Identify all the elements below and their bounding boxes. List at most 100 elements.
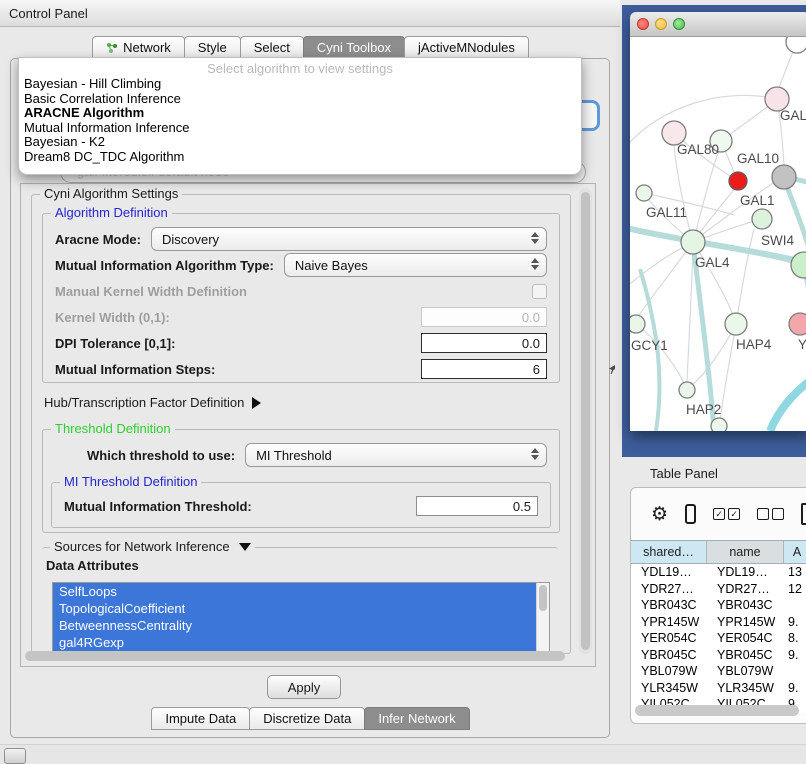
sources-group: Sources for Network Inference Data Attri… bbox=[42, 547, 558, 652]
sources-expander[interactable]: Sources for Network Inference bbox=[50, 539, 255, 554]
column-header[interactable]: shared… bbox=[631, 541, 707, 563]
group-title: Cyni Algorithm Settings bbox=[40, 186, 182, 201]
gear-icon[interactable]: ⚙ bbox=[651, 505, 668, 524]
algorithm-option[interactable]: Mutual Information Inference bbox=[19, 121, 581, 136]
manual-kernel-checkbox[interactable] bbox=[532, 284, 547, 299]
table-row[interactable]: YPR145WYPR145W9. bbox=[631, 614, 806, 631]
dpi-tolerance-field[interactable]: 0.0 bbox=[421, 333, 547, 353]
node-label: GAL80 bbox=[677, 142, 719, 157]
algorithm-option[interactable]: Bayesian - Hill Climbing bbox=[19, 77, 581, 92]
tab-infer-network[interactable]: Infer Network bbox=[364, 707, 469, 730]
attribute-item-selected[interactable]: gal4RGexp bbox=[53, 634, 549, 651]
group-title: Threshold Definition bbox=[51, 421, 175, 436]
tab-jactivemnodules[interactable]: jActiveMNodules bbox=[404, 36, 529, 59]
network-node[interactable] bbox=[711, 418, 727, 431]
aracne-mode-combobox[interactable]: Discovery bbox=[151, 227, 547, 251]
algorithm-dropdown-popup: Select algorithm to view settings Bayesi… bbox=[18, 57, 582, 175]
kernel-width-field[interactable]: 0.0 bbox=[421, 307, 547, 327]
hub-tf-expander[interactable]: Hub/Transcription Factor Definition bbox=[44, 395, 261, 410]
table-row[interactable]: YBR045CYBR045C9. bbox=[631, 647, 806, 664]
cyni-algorithm-settings-group: Cyni Algorithm Settings Algorithm Defini… bbox=[31, 194, 571, 654]
tab-label: Impute Data bbox=[165, 708, 236, 729]
tab-cyni-toolbox[interactable]: Cyni Toolbox bbox=[303, 36, 405, 59]
network-node[interactable] bbox=[789, 313, 806, 335]
table-row[interactable]: YDL19…YDL19…13 bbox=[631, 564, 806, 581]
network-node-gal10[interactable] bbox=[772, 165, 796, 189]
top-tab-bar: Network Style Select Cyni Toolbox jActiv… bbox=[0, 36, 620, 59]
mi-steps-field[interactable]: 6 bbox=[421, 359, 547, 379]
algorithm-definition-group: Algorithm Definition Aracne Mode: Discov… bbox=[42, 213, 560, 383]
dpi-tolerance-label: DPI Tolerance [0,1]: bbox=[55, 336, 175, 351]
deselect-all-checkboxes-icon[interactable] bbox=[757, 508, 784, 520]
table-horizontal-scrollbar[interactable] bbox=[635, 705, 805, 716]
tab-impute-data[interactable]: Impute Data bbox=[151, 707, 250, 730]
manual-kernel-label: Manual Kernel Width Definition bbox=[55, 284, 247, 299]
network-node-gal1-selected[interactable] bbox=[729, 172, 747, 190]
attribute-list-scrollbar[interactable] bbox=[536, 583, 549, 651]
table-header-row: shared… name A bbox=[631, 541, 806, 564]
table-row[interactable]: YBR043CYBR043C bbox=[631, 597, 806, 614]
settings-horizontal-scrollbar[interactable] bbox=[25, 651, 573, 663]
network-window-titlebar[interactable] bbox=[630, 12, 806, 37]
attribute-item-selected[interactable]: SelfLoops bbox=[53, 583, 549, 600]
algorithm-option-selected[interactable]: ARACNE Algorithm bbox=[19, 106, 581, 121]
sources-title: Sources for Network Inference bbox=[54, 539, 230, 554]
tab-label: Network bbox=[123, 37, 171, 58]
apply-button[interactable]: Apply bbox=[267, 675, 341, 699]
zoom-traffic-light[interactable] bbox=[673, 18, 685, 30]
tab-network[interactable]: Network bbox=[92, 36, 185, 59]
tab-label: Select bbox=[254, 37, 290, 58]
network-node[interactable] bbox=[786, 37, 806, 53]
group-title: Algorithm Definition bbox=[51, 205, 172, 220]
network-canvas[interactable]: GAL80 GAL10 GAL1 GAL11 SWI4 GAL4 GCY1 HA… bbox=[630, 37, 806, 431]
expander-arrow-icon bbox=[252, 397, 261, 409]
column-header[interactable]: A bbox=[784, 541, 806, 563]
attribute-item-selected[interactable]: TopologicalCoefficient bbox=[53, 600, 549, 617]
node-label: SWI4 bbox=[761, 233, 794, 248]
expander-arrow-icon bbox=[239, 543, 251, 551]
attribute-item-selected[interactable]: BetweennessCentrality bbox=[53, 617, 549, 634]
network-node[interactable] bbox=[630, 315, 645, 333]
select-all-checkboxes-icon[interactable]: ✓✓ bbox=[713, 508, 740, 520]
node-label: GAL10 bbox=[737, 151, 779, 166]
combobox-value: Naive Bayes bbox=[295, 258, 368, 273]
settings-vertical-scrollbar[interactable] bbox=[579, 188, 592, 654]
network-node[interactable] bbox=[636, 185, 652, 201]
node-label: GAL1 bbox=[740, 193, 775, 208]
table-row[interactable]: YBL079WYBL079W bbox=[631, 663, 806, 680]
algorithm-option[interactable]: Basic Correlation Inference bbox=[19, 92, 581, 107]
table-panel: ⚙ ✓✓ shared… name A YDL19…YDL19…13 YDR27… bbox=[630, 487, 806, 724]
which-threshold-combobox[interactable]: MI Threshold bbox=[245, 443, 547, 467]
network-node-gal4[interactable] bbox=[681, 230, 705, 254]
combobox-value: Discovery bbox=[162, 232, 219, 247]
table-row[interactable]: YLR345WYLR345W9. bbox=[631, 680, 806, 697]
network-node[interactable] bbox=[752, 209, 772, 229]
tab-style[interactable]: Style bbox=[184, 36, 241, 59]
node-label: GAL11 bbox=[646, 205, 687, 220]
panel-title: Control Panel bbox=[9, 6, 88, 21]
minimize-traffic-light[interactable] bbox=[655, 18, 667, 30]
algorithm-option[interactable]: Dream8 DC_TDC Algorithm bbox=[19, 150, 581, 165]
node-table: shared… name A YDL19…YDL19…13 YDR27…YDR2… bbox=[631, 540, 806, 713]
dropdown-placeholder: Select algorithm to view settings bbox=[19, 58, 581, 77]
mi-threshold-field[interactable]: 0.5 bbox=[416, 496, 538, 516]
close-traffic-light[interactable] bbox=[637, 18, 649, 30]
network-window: GAL80 GAL10 GAL1 GAL11 SWI4 GAL4 GCY1 HA… bbox=[630, 12, 806, 430]
table-row[interactable]: YDR27…YDR27…12 bbox=[631, 581, 806, 598]
network-node-hap4[interactable] bbox=[725, 313, 747, 335]
network-node[interactable] bbox=[679, 382, 695, 398]
column-header[interactable]: name bbox=[707, 541, 784, 563]
tab-discretize-data[interactable]: Discretize Data bbox=[249, 707, 365, 730]
network-node[interactable] bbox=[791, 252, 806, 278]
tab-select[interactable]: Select bbox=[240, 36, 304, 59]
node-label: Y bbox=[798, 337, 806, 352]
mi-algorithm-type-combobox[interactable]: Naive Bayes bbox=[284, 253, 547, 277]
new-table-icon[interactable] bbox=[801, 503, 806, 525]
tab-label: Cyni Toolbox bbox=[317, 37, 391, 58]
columns-icon[interactable] bbox=[685, 504, 696, 524]
stepper-arrows-icon bbox=[531, 448, 539, 460]
table-row[interactable]: YER054CYER054C8. bbox=[631, 630, 806, 647]
algorithm-option[interactable]: Bayesian - K2 bbox=[19, 135, 581, 150]
data-attributes-list: SelfLoops TopologicalCoefficient Between… bbox=[52, 582, 550, 652]
group-title: MI Threshold Definition bbox=[60, 474, 201, 489]
